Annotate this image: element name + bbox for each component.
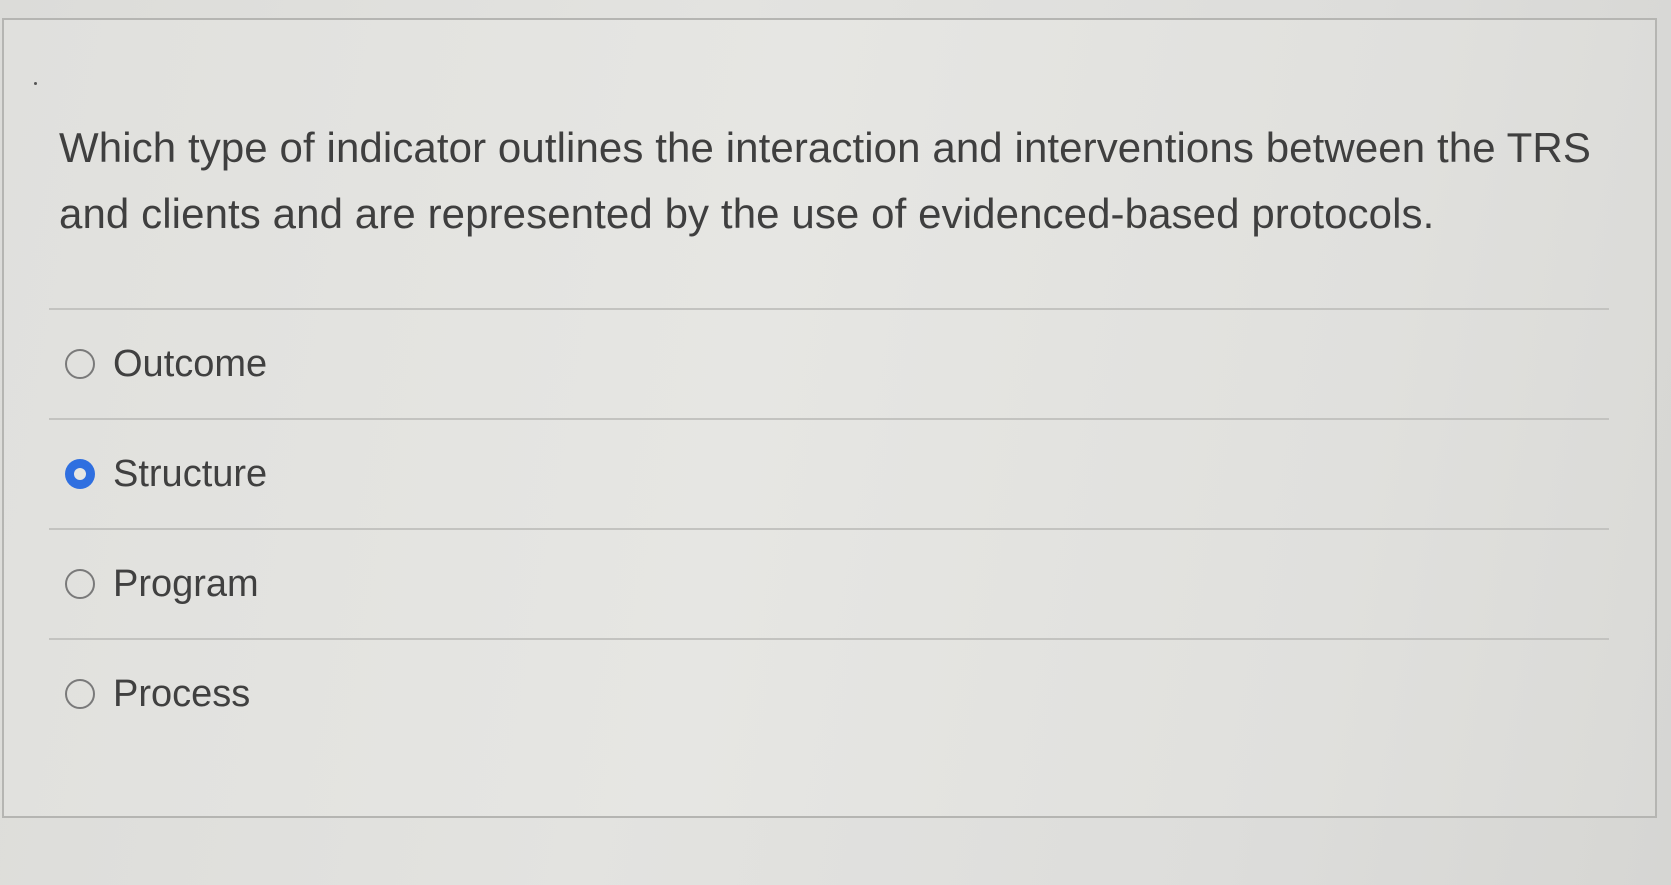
option-label: Structure	[113, 452, 268, 495]
option-label: Process	[113, 672, 251, 715]
option-label: Program	[113, 562, 259, 605]
bullet-dot	[34, 82, 37, 85]
answer-options: Outcome Structure Program Process	[49, 308, 1609, 748]
question-text: Which type of indicator outlines the int…	[59, 124, 1591, 237]
radio-unchecked-icon[interactable]	[65, 679, 95, 709]
question-card: Which type of indicator outlines the int…	[2, 18, 1657, 818]
radio-unchecked-icon[interactable]	[65, 569, 95, 599]
option-process[interactable]: Process	[49, 640, 1609, 748]
option-structure[interactable]: Structure	[49, 420, 1609, 528]
radio-unchecked-icon[interactable]	[65, 349, 95, 379]
option-label: Outcome	[113, 342, 268, 385]
radio-checked-icon[interactable]	[65, 459, 95, 489]
option-outcome[interactable]: Outcome	[49, 310, 1609, 418]
option-program[interactable]: Program	[49, 530, 1609, 638]
